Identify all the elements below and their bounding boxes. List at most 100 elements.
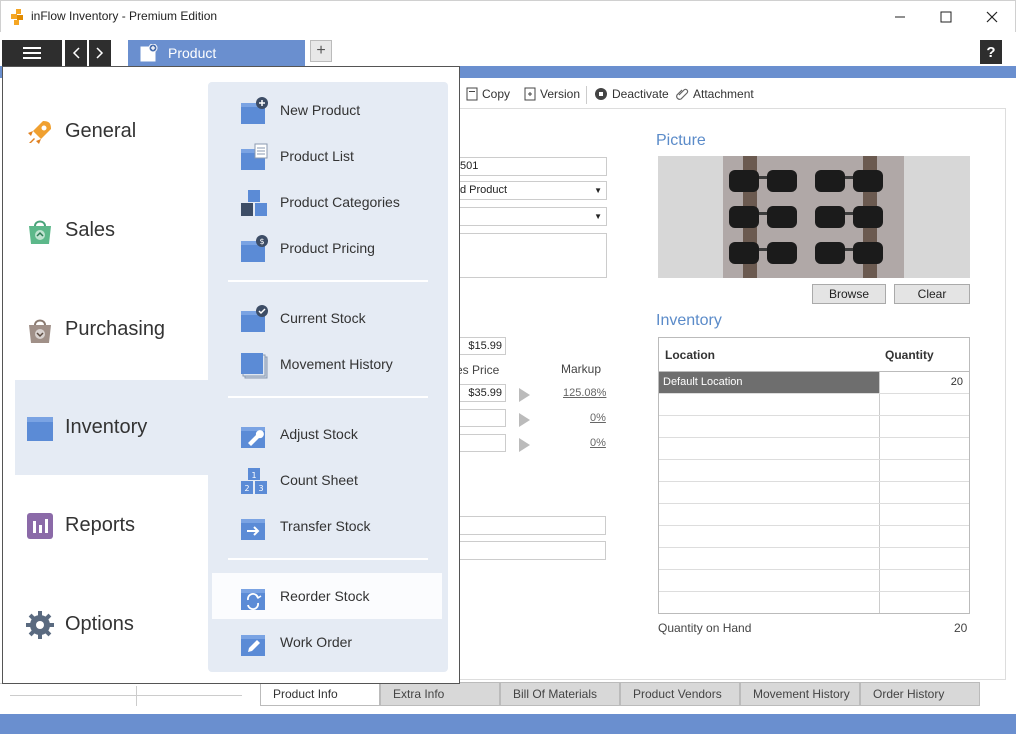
close-button[interactable] (969, 1, 1015, 33)
table-row[interactable] (659, 526, 969, 548)
tab-bar: Product + ? (0, 38, 1016, 66)
menu-category-reports[interactable]: Reports (15, 478, 210, 573)
add-tab-button[interactable]: + (310, 40, 332, 62)
clear-button[interactable]: Clear (894, 284, 970, 304)
play-arrow-icon[interactable] (519, 388, 530, 402)
play-arrow-icon[interactable] (519, 438, 530, 452)
item-number-field[interactable]: 501 (455, 157, 607, 176)
bar-chart-icon (27, 512, 53, 539)
menu-separator (228, 396, 428, 398)
item-type-value: d Product (460, 184, 508, 196)
tab-order-history[interactable]: Order History (860, 682, 980, 706)
item-type-select[interactable]: d Product ▼ (455, 181, 607, 200)
sales-price-value: $35.99 (468, 387, 502, 399)
minimize-icon (895, 16, 905, 18)
deactivate-button[interactable]: Deactivate (594, 87, 669, 101)
extra-field-2[interactable] (455, 541, 606, 560)
quantity-cell[interactable]: 20 (880, 372, 969, 393)
product-list-icon (241, 143, 268, 170)
title-bar: inFlow Inventory - Premium Edition (0, 0, 1016, 32)
menu-category-label: Reports (65, 514, 136, 536)
left-footer-panel (0, 683, 252, 714)
menu-item-new-product[interactable]: New Product (212, 87, 442, 133)
extra-field-1[interactable] (455, 516, 606, 535)
menu-item-label: New Product (280, 102, 361, 118)
menu-category-purchasing[interactable]: Purchasing (15, 282, 210, 377)
paperclip-icon (676, 88, 689, 100)
menu-item-product-list[interactable]: Product List (212, 133, 442, 179)
table-row[interactable] (659, 504, 969, 526)
minimize-button[interactable] (877, 1, 923, 33)
menu-category-sales[interactable]: Sales (15, 183, 210, 278)
maximize-button[interactable] (923, 1, 969, 33)
inventory-table: Location Quantity Default Location 20 (658, 337, 970, 614)
table-header: Location Quantity (659, 338, 969, 372)
attachment-button[interactable]: Attachment (675, 87, 754, 101)
table-row[interactable] (659, 570, 969, 592)
shopping-bag-up-icon (29, 220, 51, 244)
tab-product-vendors[interactable]: Product Vendors (620, 682, 740, 706)
main-menu-button[interactable] (2, 40, 62, 66)
table-row[interactable] (659, 438, 969, 460)
shopping-bag-down-icon (29, 319, 51, 343)
table-row[interactable]: Default Location 20 (659, 372, 969, 394)
menu-category-label: Sales (65, 219, 116, 241)
menu-item-transfer-stock[interactable]: Transfer Stock (212, 503, 442, 549)
sales-price-label: es Price (456, 363, 500, 377)
transfer-arrow-icon (241, 519, 265, 540)
menu-item-product-categories[interactable]: Product Categories (212, 179, 442, 225)
table-row[interactable] (659, 592, 969, 614)
tab-product-info[interactable]: Product Info (260, 682, 380, 706)
menu-category-options[interactable]: Options (15, 577, 210, 672)
menu-category-general[interactable]: General (15, 84, 210, 179)
markup-value-2[interactable]: 0% (590, 412, 606, 424)
table-row[interactable] (659, 460, 969, 482)
menu-category-inventory[interactable]: Inventory (15, 380, 210, 475)
tab-movement-history[interactable]: Movement History (740, 682, 860, 706)
table-row[interactable] (659, 548, 969, 570)
menu-item-adjust-stock[interactable]: Adjust Stock (212, 411, 442, 457)
description-field[interactable] (455, 233, 607, 278)
quantity-on-hand-value: 20 (954, 621, 968, 635)
tab-bill-of-materials[interactable]: Bill Of Materials (500, 682, 620, 706)
location-cell[interactable]: Default Location (659, 372, 880, 393)
markup-label: Markup (561, 362, 602, 376)
menu-category-label: Purchasing (65, 318, 166, 340)
category-select[interactable]: ▼ (455, 207, 607, 226)
price-field-2[interactable] (455, 409, 506, 427)
play-arrow-icon[interactable] (519, 413, 530, 427)
back-button[interactable] (65, 40, 87, 66)
svg-text:1: 1 (251, 471, 256, 480)
item-number-value: 501 (460, 160, 479, 172)
table-row[interactable] (659, 482, 969, 504)
menu-item-work-order[interactable]: Work Order (212, 619, 442, 665)
main-menu-popup: General Sales Purchasing Inventory Repor… (2, 66, 460, 684)
tab-extra-info[interactable]: Extra Info (380, 682, 500, 706)
version-button[interactable]: Version (524, 87, 580, 101)
menu-item-reorder-stock[interactable]: Reorder Stock (212, 573, 442, 619)
markup-value-1[interactable]: 125.08% (563, 387, 606, 399)
product-picture-frame (658, 156, 970, 278)
cost-field[interactable]: $15.99 (455, 337, 506, 355)
menu-item-label: Work Order (280, 634, 353, 650)
menu-item-label: Current Stock (280, 310, 366, 326)
table-row[interactable] (659, 394, 969, 416)
table-row[interactable] (659, 416, 969, 438)
browse-button[interactable]: Browse (812, 284, 886, 304)
sales-price-field[interactable]: $35.99 (455, 384, 506, 402)
menu-separator (228, 280, 428, 282)
help-button[interactable]: ? (980, 40, 1002, 64)
menu-item-current-stock[interactable]: Current Stock (212, 295, 442, 341)
tab-product[interactable]: Product (128, 40, 305, 66)
menu-item-movement-history[interactable]: Movement History (212, 341, 442, 387)
menu-item-label: Product List (280, 148, 354, 164)
markup-value-3[interactable]: 0% (590, 437, 606, 449)
inventory-submenu: New Product Product List Product Categor… (208, 82, 448, 672)
forward-button[interactable] (89, 40, 111, 66)
menu-item-product-pricing[interactable]: $ Product Pricing (212, 225, 442, 271)
maximize-icon (940, 11, 952, 23)
menu-item-label: Product Pricing (280, 240, 375, 256)
copy-button[interactable]: Copy (466, 87, 510, 101)
menu-item-count-sheet[interactable]: 1 2 3 Count Sheet (212, 457, 442, 503)
price-field-3[interactable] (455, 434, 506, 452)
